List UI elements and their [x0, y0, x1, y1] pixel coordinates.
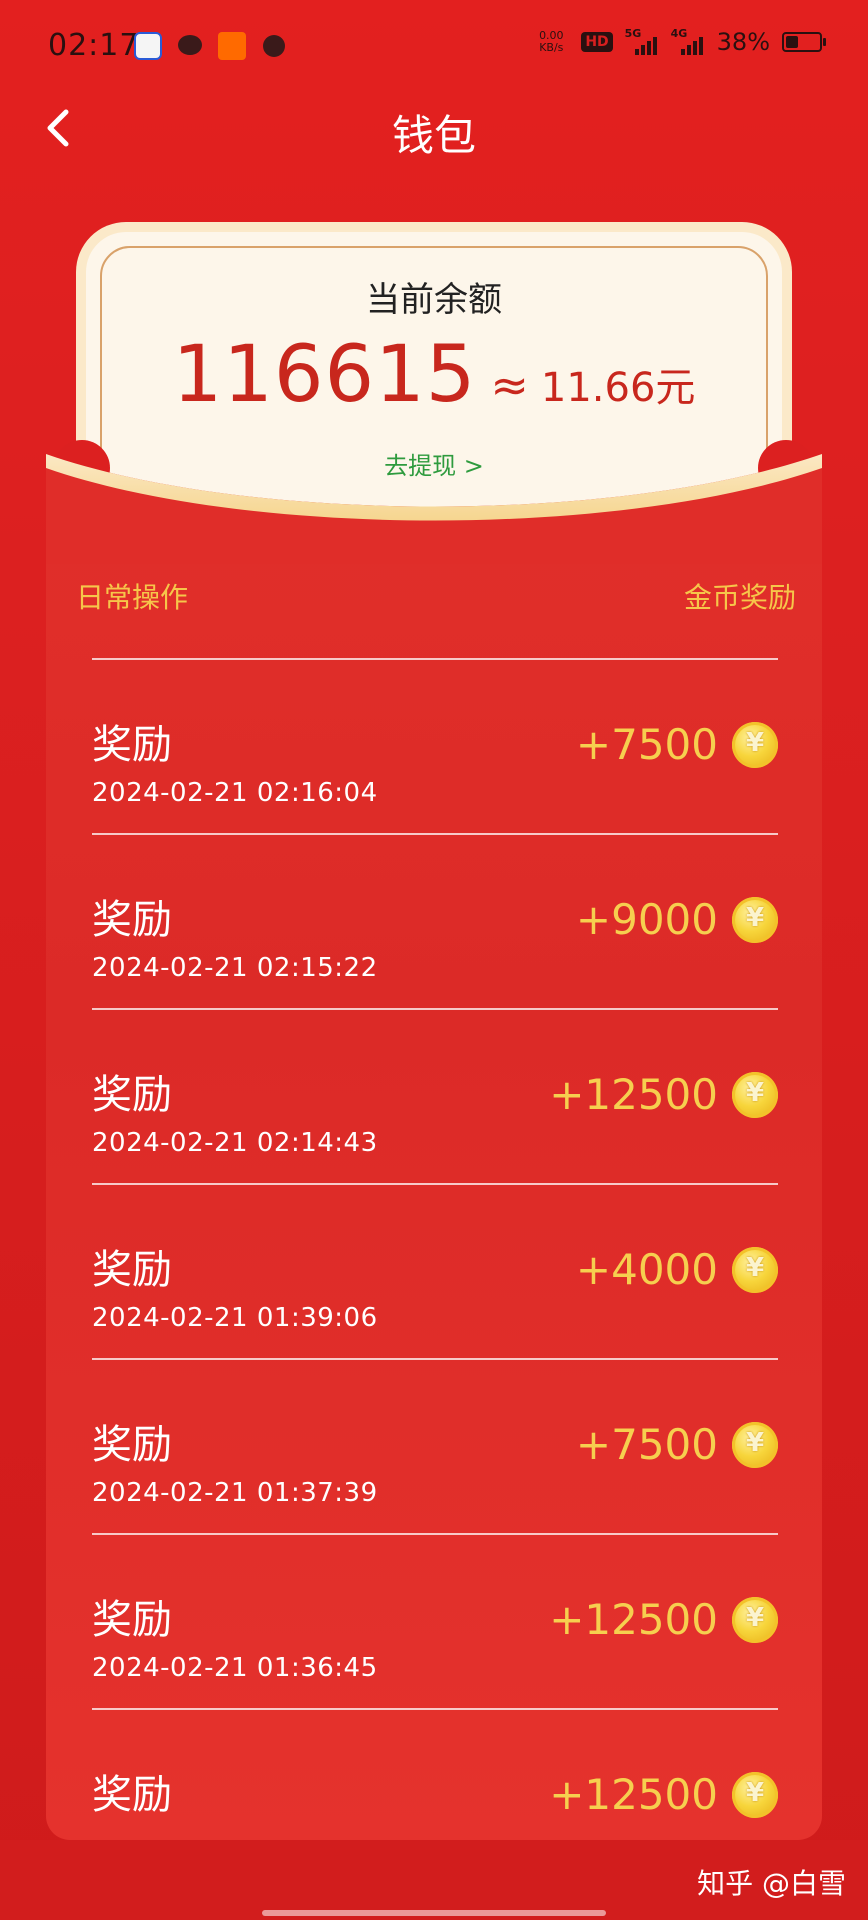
coin-icon	[732, 1596, 778, 1643]
transaction-amount-group: +9000	[576, 895, 778, 944]
home-indicator[interactable]	[262, 1910, 606, 1916]
transaction-amount-group: +4000	[576, 1245, 778, 1294]
transaction-row[interactable]: 奖励 2024-02-21 01:39:06 +4000	[92, 1185, 778, 1360]
coin-icon	[732, 1246, 778, 1293]
battery-icon	[782, 32, 826, 52]
app-icon	[134, 32, 162, 60]
transaction-amount: +12500	[549, 1770, 718, 1819]
transaction-row[interactable]: 奖励 2024-02-21 02:15:22 +9000	[92, 835, 778, 1010]
list-header-operations: 日常操作	[76, 581, 189, 614]
transaction-title: 奖励	[92, 722, 172, 768]
balance-row: 116615 ≈ 11.66元	[86, 330, 782, 420]
signal-4g-label: 4G	[670, 27, 688, 40]
hd-badge: HD	[581, 32, 613, 52]
transaction-amount: +9000	[575, 895, 718, 944]
balance-approx: ≈	[490, 358, 529, 412]
signal-5g-label: 5G	[624, 27, 642, 40]
transaction-title: 奖励	[92, 1597, 172, 1643]
envelope-flap-shape	[46, 454, 822, 564]
coin-icon	[732, 721, 778, 768]
transaction-row[interactable]: 奖励 2024-02-21 01:36:45 +12500	[92, 1535, 778, 1710]
taobao-icon	[218, 32, 246, 60]
transaction-amount: +7500	[575, 720, 718, 769]
balance-coins: 116615	[172, 330, 477, 420]
status-bar: 02:17 0.00 KB/s HD 5G 4G 38%	[0, 0, 868, 96]
transaction-row[interactable]: 奖励 2024-02-21 01:37:39 +7500	[92, 1360, 778, 1535]
page-title: 钱包	[391, 111, 476, 160]
transaction-amount-group: +12500	[549, 1070, 778, 1119]
watermark: 知乎 @白雪	[697, 1867, 846, 1900]
transaction-time: 2024-02-21 02:14:43	[92, 1128, 378, 1158]
transaction-amount-group: +12500	[549, 1770, 778, 1819]
transaction-time: 2024-02-21 01:39:06	[92, 1303, 378, 1333]
transaction-amount-group: +7500	[576, 720, 778, 769]
chat-icon	[176, 32, 204, 60]
battery-percent: 38%	[716, 28, 770, 56]
transaction-time: 2024-02-21 02:16:04	[92, 778, 378, 808]
notification-icon	[260, 32, 288, 60]
transaction-title: 奖励	[92, 1772, 172, 1818]
transaction-time: 2024-02-21 01:36:45	[92, 1653, 378, 1683]
balance-yuan: 11.66元	[540, 365, 696, 411]
battery-fill	[786, 36, 798, 48]
transaction-amount: +4000	[575, 1245, 718, 1294]
net-speed: 0.00 KB/s	[533, 30, 569, 54]
transaction-time: 2024-02-21 02:15:22	[92, 953, 378, 983]
envelope-flap	[46, 454, 822, 564]
status-time: 02:17	[48, 28, 140, 63]
coin-icon	[732, 1421, 778, 1468]
balance-label: 当前余额	[366, 280, 502, 320]
transaction-amount: +12500	[549, 1595, 718, 1644]
transaction-amount: +12500	[549, 1070, 718, 1119]
transaction-time: 2024-02-21 01:37:39	[92, 1478, 378, 1508]
coin-icon	[732, 1071, 778, 1118]
transaction-title: 奖励	[92, 897, 172, 943]
coin-icon	[732, 896, 778, 943]
status-right: 0.00 KB/s HD 5G 4G 38%	[533, 27, 826, 56]
list-header: 日常操作 金币奖励	[46, 576, 822, 616]
coin-icon	[732, 1771, 778, 1818]
transaction-title: 奖励	[92, 1422, 172, 1468]
status-app-icons	[134, 32, 288, 60]
transaction-row[interactable]: 奖励 2024-02-21 02:14:43 +12500	[92, 1010, 778, 1185]
transaction-title: 奖励	[92, 1072, 172, 1118]
transaction-amount-group: +12500	[549, 1595, 778, 1644]
transaction-amount: +7500	[575, 1420, 718, 1469]
net-speed-unit: KB/s	[539, 41, 564, 54]
transaction-row[interactable]: 奖励 2024-02-21 02:16:04 +7500	[92, 660, 778, 835]
header: 钱包	[0, 96, 868, 160]
transaction-title: 奖励	[92, 1247, 172, 1293]
signal-5g-icon: 5G	[624, 27, 659, 55]
list-header-rewards: 金币奖励	[683, 581, 796, 614]
signal-4g-icon: 4G	[670, 27, 705, 55]
transaction-list: 奖励 2024-02-21 02:16:04 +7500 奖励 2024-02-…	[92, 660, 778, 1883]
transaction-amount-group: +7500	[576, 1420, 778, 1469]
